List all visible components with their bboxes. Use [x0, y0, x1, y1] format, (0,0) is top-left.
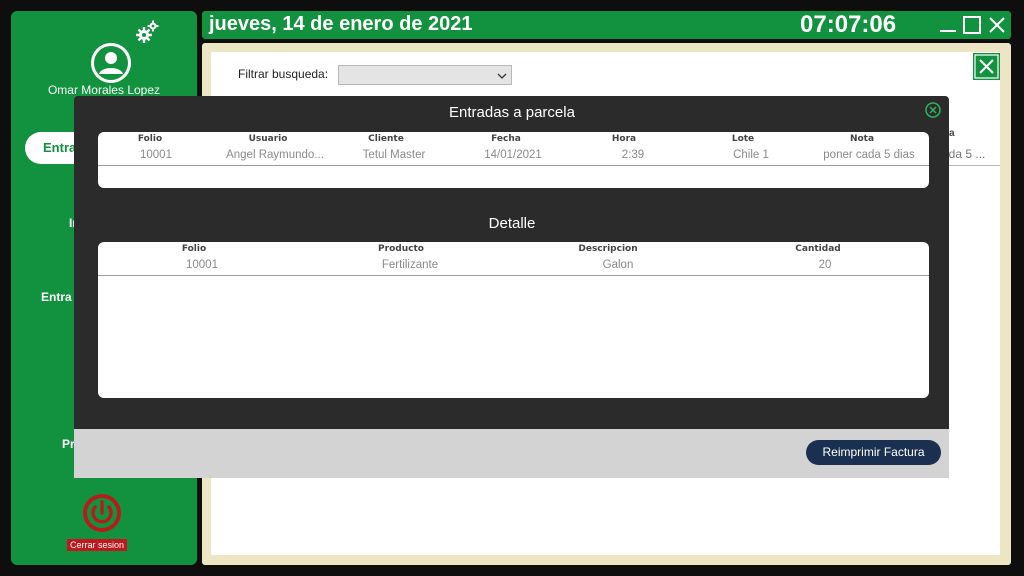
col-header: Fecha — [491, 134, 521, 144]
filter-select[interactable] — [338, 65, 512, 85]
reprint-invoice-button[interactable]: Reimprimir Factura — [806, 440, 941, 465]
col-header: Folio — [181, 244, 207, 254]
gears-icon[interactable] — [132, 17, 162, 47]
panel-close-button[interactable] — [973, 53, 1000, 80]
row-divider — [98, 165, 929, 166]
top-bar: jueves, 14 de enero de 2021 07:07:06 — [202, 11, 1011, 39]
col-header: Cantidad — [795, 244, 841, 254]
close-icon[interactable] — [987, 15, 1007, 35]
detail-title: Detalle — [488, 215, 536, 232]
username: Omar Morales Lopez — [47, 83, 161, 97]
power-icon[interactable] — [82, 493, 122, 533]
current-time: 07:07:06 — [800, 11, 897, 38]
table-cell[interactable]: poner cada 5 dias — [810, 149, 928, 161]
modal-title: Entradas a parcela — [449, 104, 575, 121]
entries-table: Folio Usuario Cliente Fecha Hora Lote No… — [98, 132, 929, 188]
table-cell[interactable]: 10001 — [168, 259, 236, 271]
bg-header-fragment: a — [949, 128, 955, 139]
user-avatar-icon[interactable] — [91, 43, 131, 83]
table-cell[interactable]: Galon — [578, 259, 658, 271]
col-header: Nota — [849, 134, 875, 144]
col-header: Hora — [611, 134, 637, 144]
chevron-down-icon — [497, 68, 507, 82]
detail-table: Folio Producto Descripcion Cantidad 1000… — [98, 242, 929, 398]
col-header: Descripcion — [578, 244, 638, 254]
logout-button[interactable]: Cerrar sesion — [67, 539, 128, 551]
col-header: Lote — [731, 134, 755, 144]
taskbar-strip — [0, 570, 1024, 576]
col-header: Cliente — [368, 134, 404, 144]
table-cell[interactable]: Angel Raymundo... — [216, 149, 334, 161]
table-cell[interactable]: 2:39 — [598, 149, 668, 161]
current-date: jueves, 14 de enero de 2021 — [209, 13, 473, 35]
table-cell[interactable]: 10001 — [124, 149, 188, 161]
filter-label: Filtrar busqueda: — [238, 67, 329, 81]
col-header: Usuario — [248, 134, 288, 144]
row-divider — [98, 275, 929, 276]
table-cell[interactable]: 20 — [788, 259, 862, 271]
table-cell[interactable]: Fertilizante — [360, 259, 460, 271]
circle-close-icon[interactable] — [925, 102, 941, 118]
minimize-icon[interactable] — [938, 15, 958, 35]
table-cell[interactable]: Chile 1 — [716, 149, 786, 161]
table-cell[interactable]: Tetul Master — [346, 149, 442, 161]
col-header: Producto — [378, 244, 424, 254]
col-header: Folio — [137, 134, 163, 144]
maximize-icon[interactable] — [962, 15, 982, 35]
table-cell[interactable]: 14/01/2021 — [468, 149, 558, 161]
